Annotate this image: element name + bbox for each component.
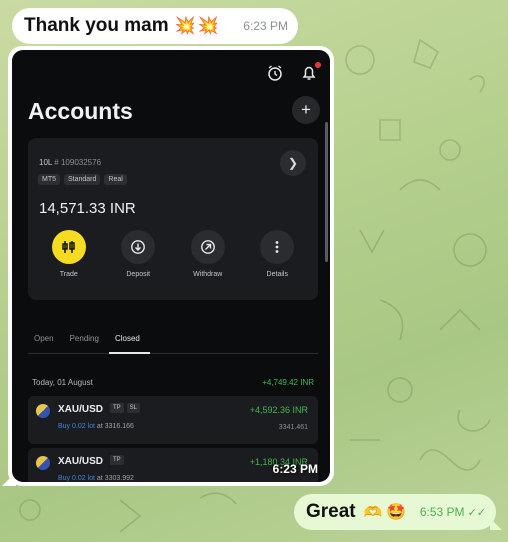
trade-symbol: XAU/USD: [58, 456, 104, 467]
trade-button[interactable]: Trade: [39, 230, 99, 278]
trade-profit: +4,592.36 INR: [249, 405, 308, 415]
tp-badge: TP: [110, 455, 124, 465]
deposit-button[interactable]: Deposit: [108, 230, 168, 278]
tag-account-type: Standard: [64, 174, 101, 185]
gold-usd-flag-icon: [36, 456, 50, 470]
notification-bell-icon[interactable]: [300, 62, 321, 82]
notification-dot: [315, 62, 321, 68]
tag-platform: MT5: [38, 174, 60, 185]
deposit-icon: [121, 230, 156, 264]
trade-detail: Buy 0.02 lot at 3303.992: [58, 475, 134, 482]
withdraw-label: Withdraw: [193, 271, 223, 278]
day-summary: Today, 01 August +4,749.42 INR: [32, 378, 314, 387]
trade-close-price: 3341.461: [278, 424, 308, 431]
tab-pending[interactable]: Pending: [64, 332, 109, 353]
trading-app-screenshot[interactable]: Accounts + 10L # 109032576 ❯ MT5 Standar…: [12, 50, 330, 482]
message-text: Great: [306, 501, 356, 522]
heart-hands-emoji: 🫶: [363, 504, 383, 521]
message-time: 6:53 PM: [419, 505, 465, 519]
image-time: 6:23 PM: [272, 462, 318, 476]
add-account-button[interactable]: +: [292, 96, 320, 124]
more-icon: [260, 230, 295, 264]
trade-label: Trade: [59, 271, 78, 278]
scrollbar[interactable]: [325, 122, 328, 262]
incoming-message-bubble[interactable]: Thank you mam 💥💥 6:23 PM: [12, 8, 298, 44]
image-message-bubble[interactable]: Accounts + 10L # 109032576 ❯ MT5 Standar…: [8, 46, 334, 486]
tp-badge: TP: [110, 403, 124, 413]
trade-symbol: XAU/USD: [58, 404, 104, 415]
collision-emoji: 💥💥: [174, 16, 221, 35]
sl-badge: SL: [126, 403, 141, 413]
gold-usd-flag-icon: [36, 404, 50, 418]
deposit-label: Deposit: [126, 271, 151, 278]
tab-open[interactable]: Open: [28, 332, 64, 353]
details-label: Details: [266, 271, 288, 278]
account-card[interactable]: 10L # 109032576 ❯ MT5 Standard Real 14,5…: [28, 138, 318, 300]
trade-open-price: at 3316.166: [96, 423, 134, 430]
tab-closed[interactable]: Closed: [108, 332, 150, 354]
account-id: 10L # 109032576: [39, 158, 101, 167]
account-balance: 14,571.33 INR: [39, 200, 136, 217]
read-receipt-icon: ✓✓: [467, 506, 486, 519]
trade-icon: [51, 230, 86, 264]
trade-detail: Buy 0.02 lot at 3316.166: [58, 423, 134, 430]
star-struck-emoji: 🤩: [386, 504, 407, 521]
account-number: # 109032576: [54, 158, 102, 167]
message-time: 6:23 PM: [243, 19, 288, 33]
page-title: Accounts: [28, 98, 133, 124]
details-button[interactable]: Details: [247, 230, 307, 278]
day-profit: +4,749.42 INR: [262, 378, 314, 387]
trade-open-price: at 3303.992: [96, 475, 134, 482]
trade-side: Buy 0.02 lot: [58, 423, 95, 430]
alarm-clock-icon[interactable]: [266, 64, 284, 82]
withdraw-icon: [190, 230, 225, 264]
withdraw-button[interactable]: Withdraw: [178, 230, 238, 278]
trade-side: Buy 0.02 lot: [58, 475, 95, 482]
chevron-right-icon[interactable]: ❯: [280, 150, 306, 176]
outgoing-message-bubble[interactable]: Great 🫶 🤩 6:53 PM ✓✓: [294, 494, 496, 530]
account-type: 10L: [39, 158, 53, 167]
day-label: Today, 01 August: [32, 378, 93, 387]
tag-real: Real: [104, 174, 127, 185]
positions-tabs: Open Pending Closed: [28, 332, 318, 354]
message-text: Thank you mam: [24, 15, 169, 36]
trade-row[interactable]: XAU/USD TP SL Buy 0.02 lot at 3316.166 +…: [28, 396, 318, 444]
